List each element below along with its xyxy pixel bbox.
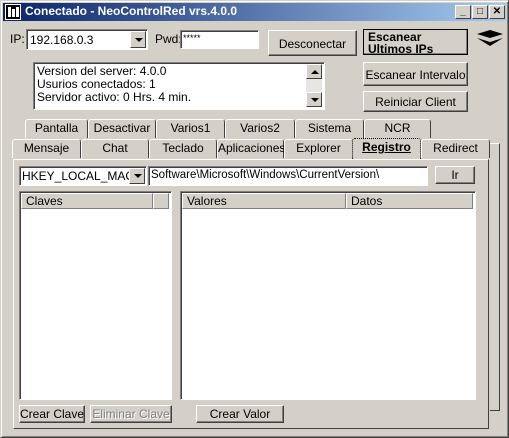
pwd-label: Pwd: bbox=[155, 32, 182, 46]
tab-stack-edge bbox=[490, 143, 500, 411]
scan-last-ips-button[interactable]: Escanear Ultimos IPs bbox=[363, 29, 468, 55]
ip-select[interactable]: 192.168.0.3 bbox=[26, 29, 148, 50]
hive-value: HKEY_LOCAL_MACH bbox=[22, 169, 143, 183]
create-value-label: Crear Valor bbox=[209, 407, 271, 421]
restart-client-button[interactable]: Reiniciar Client bbox=[363, 91, 468, 112]
password-value: ***** bbox=[183, 33, 201, 43]
password-field[interactable]: ***** bbox=[180, 30, 259, 49]
go-label: Ir bbox=[451, 168, 459, 182]
tab-sistema[interactable]: Sistema bbox=[295, 119, 364, 138]
chevron-down-icon[interactable] bbox=[129, 168, 145, 184]
tab-varios2[interactable]: Varios2 bbox=[225, 119, 295, 138]
tab-aplicaciones[interactable]: Aplicaciones bbox=[217, 139, 285, 158]
title-bar[interactable]: Conectado - NeoControlRed vrs.4.0.0 _ □ … bbox=[3, 3, 506, 21]
tab-ncr[interactable]: NCR bbox=[364, 119, 431, 138]
create-key-button[interactable]: Crear Clave bbox=[19, 405, 85, 423]
tab-desactivar[interactable]: Desactivar bbox=[88, 119, 156, 138]
tab-redirect[interactable]: Redirect bbox=[421, 139, 490, 158]
data-header[interactable]: Datos bbox=[346, 193, 473, 209]
scan-interval-label: Escanear Intervalo bbox=[365, 68, 466, 82]
disconnect-label: Desconectar bbox=[278, 37, 347, 51]
scroll-up-button[interactable] bbox=[306, 64, 322, 79]
ip-label: IP: bbox=[10, 32, 25, 46]
keys-header[interactable]: Claves bbox=[21, 193, 153, 209]
keys-header-filler bbox=[153, 193, 169, 209]
create-value-button[interactable]: Crear Valor bbox=[196, 405, 284, 423]
keys-list[interactable]: Claves bbox=[19, 191, 172, 400]
tab-explorer[interactable]: Explorer bbox=[284, 139, 353, 158]
tab-mensaje[interactable]: Mensaje bbox=[12, 139, 81, 158]
server-version-line: Version del server: 4.0.0 bbox=[37, 64, 167, 78]
registry-panel: HKEY_LOCAL_MACH Software\Microsoft\Windo… bbox=[13, 159, 489, 429]
scrollbar[interactable] bbox=[306, 64, 322, 107]
create-key-label: Crear Clave bbox=[20, 407, 85, 421]
connected-users-line: Usurios conectados: 1 bbox=[37, 77, 156, 91]
registry-path-field[interactable]: Software\Microsoft\Windows\CurrentVersio… bbox=[148, 166, 428, 186]
double-arrow-down-icon[interactable] bbox=[476, 29, 504, 47]
minimize-button[interactable]: _ bbox=[455, 5, 471, 19]
scroll-down-button[interactable] bbox=[306, 92, 322, 107]
hive-select[interactable]: HKEY_LOCAL_MACH bbox=[19, 166, 147, 186]
close-button[interactable]: ✕ bbox=[489, 5, 505, 19]
restart-client-label: Reiniciar Client bbox=[375, 95, 456, 109]
tab-varios1[interactable]: Varios1 bbox=[156, 119, 225, 138]
values-list[interactable]: Valores Datos bbox=[180, 191, 476, 400]
scan-interval-button[interactable]: Escanear Intervalo bbox=[363, 62, 468, 86]
scan-last-ips-label: Escanear Ultimos IPs bbox=[368, 30, 434, 55]
ip-value: 192.168.0.3 bbox=[30, 33, 94, 47]
app-icon bbox=[5, 4, 21, 20]
disconnect-button[interactable]: Desconectar bbox=[268, 30, 357, 56]
registry-path-value: Software\Microsoft\Windows\CurrentVersio… bbox=[151, 169, 380, 181]
tab-registro[interactable]: Registro bbox=[352, 138, 421, 159]
maximize-button[interactable]: □ bbox=[472, 5, 488, 19]
tab-teclado[interactable]: Teclado bbox=[149, 139, 217, 158]
go-button[interactable]: Ir bbox=[435, 166, 475, 184]
delete-key-button[interactable]: Eliminar Clave bbox=[90, 405, 172, 423]
delete-key-label: Eliminar Clave bbox=[92, 407, 170, 421]
chevron-down-icon[interactable] bbox=[130, 31, 146, 48]
server-info-box[interactable]: Version del server: 4.0.0 Usurios conect… bbox=[33, 62, 325, 110]
tab-chat[interactable]: Chat bbox=[81, 139, 149, 158]
server-uptime-line: Servidor activo: 0 Hrs. 4 min. bbox=[37, 90, 192, 104]
values-header[interactable]: Valores bbox=[182, 193, 346, 209]
tab-pantalla[interactable]: Pantalla bbox=[25, 119, 88, 138]
window-title: Conectado - NeoControlRed vrs.4.0.0 bbox=[25, 4, 238, 18]
